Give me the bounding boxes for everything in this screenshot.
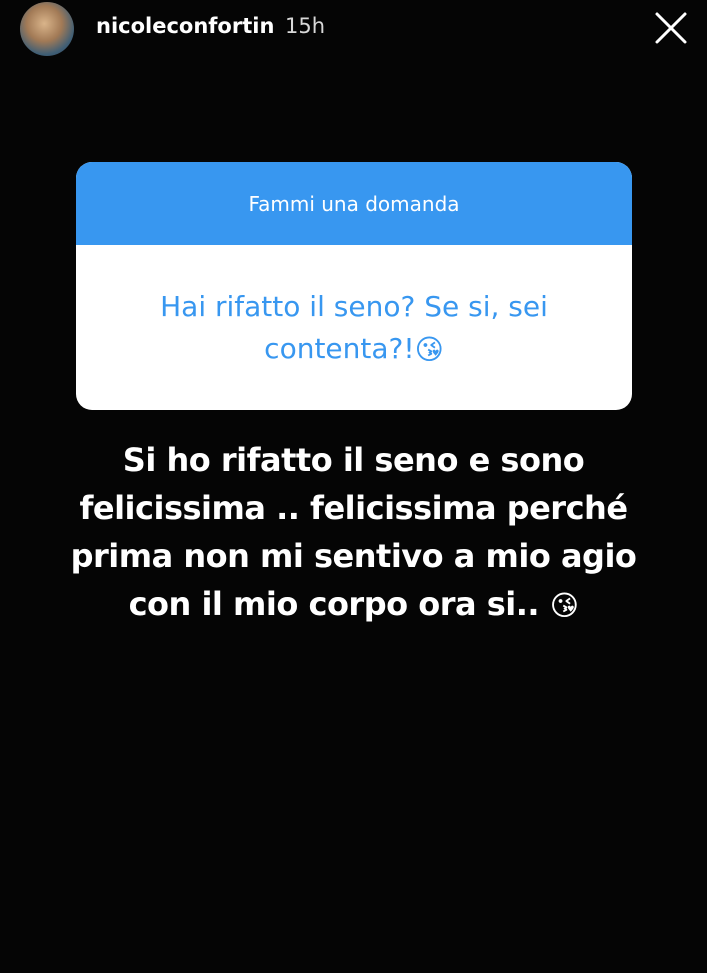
avatar[interactable]	[20, 2, 74, 56]
kiss-emoji-icon: 😘	[549, 589, 579, 622]
kiss-emoji-icon: 😘	[414, 332, 444, 366]
question-sticker-title: Fammi una domanda	[76, 162, 632, 245]
story-header: nicoleconfortin 15h	[0, 0, 707, 60]
story-timestamp: 15h	[285, 14, 326, 38]
question-text: Hai rifatto il seno? Se si, sei contenta…	[160, 289, 548, 365]
question-sticker-body: Hai rifatto il seno? Se si, sei contenta…	[76, 245, 632, 410]
story-view[interactable]: nicoleconfortin 15h Fammi una domanda Ha…	[0, 0, 707, 973]
close-icon[interactable]	[653, 10, 689, 46]
question-sticker: Fammi una domanda Hai rifatto il seno? S…	[76, 162, 632, 410]
username[interactable]: nicoleconfortin	[96, 14, 274, 38]
answer-text-block: Si ho rifatto il seno e sono felicissima…	[60, 436, 647, 628]
